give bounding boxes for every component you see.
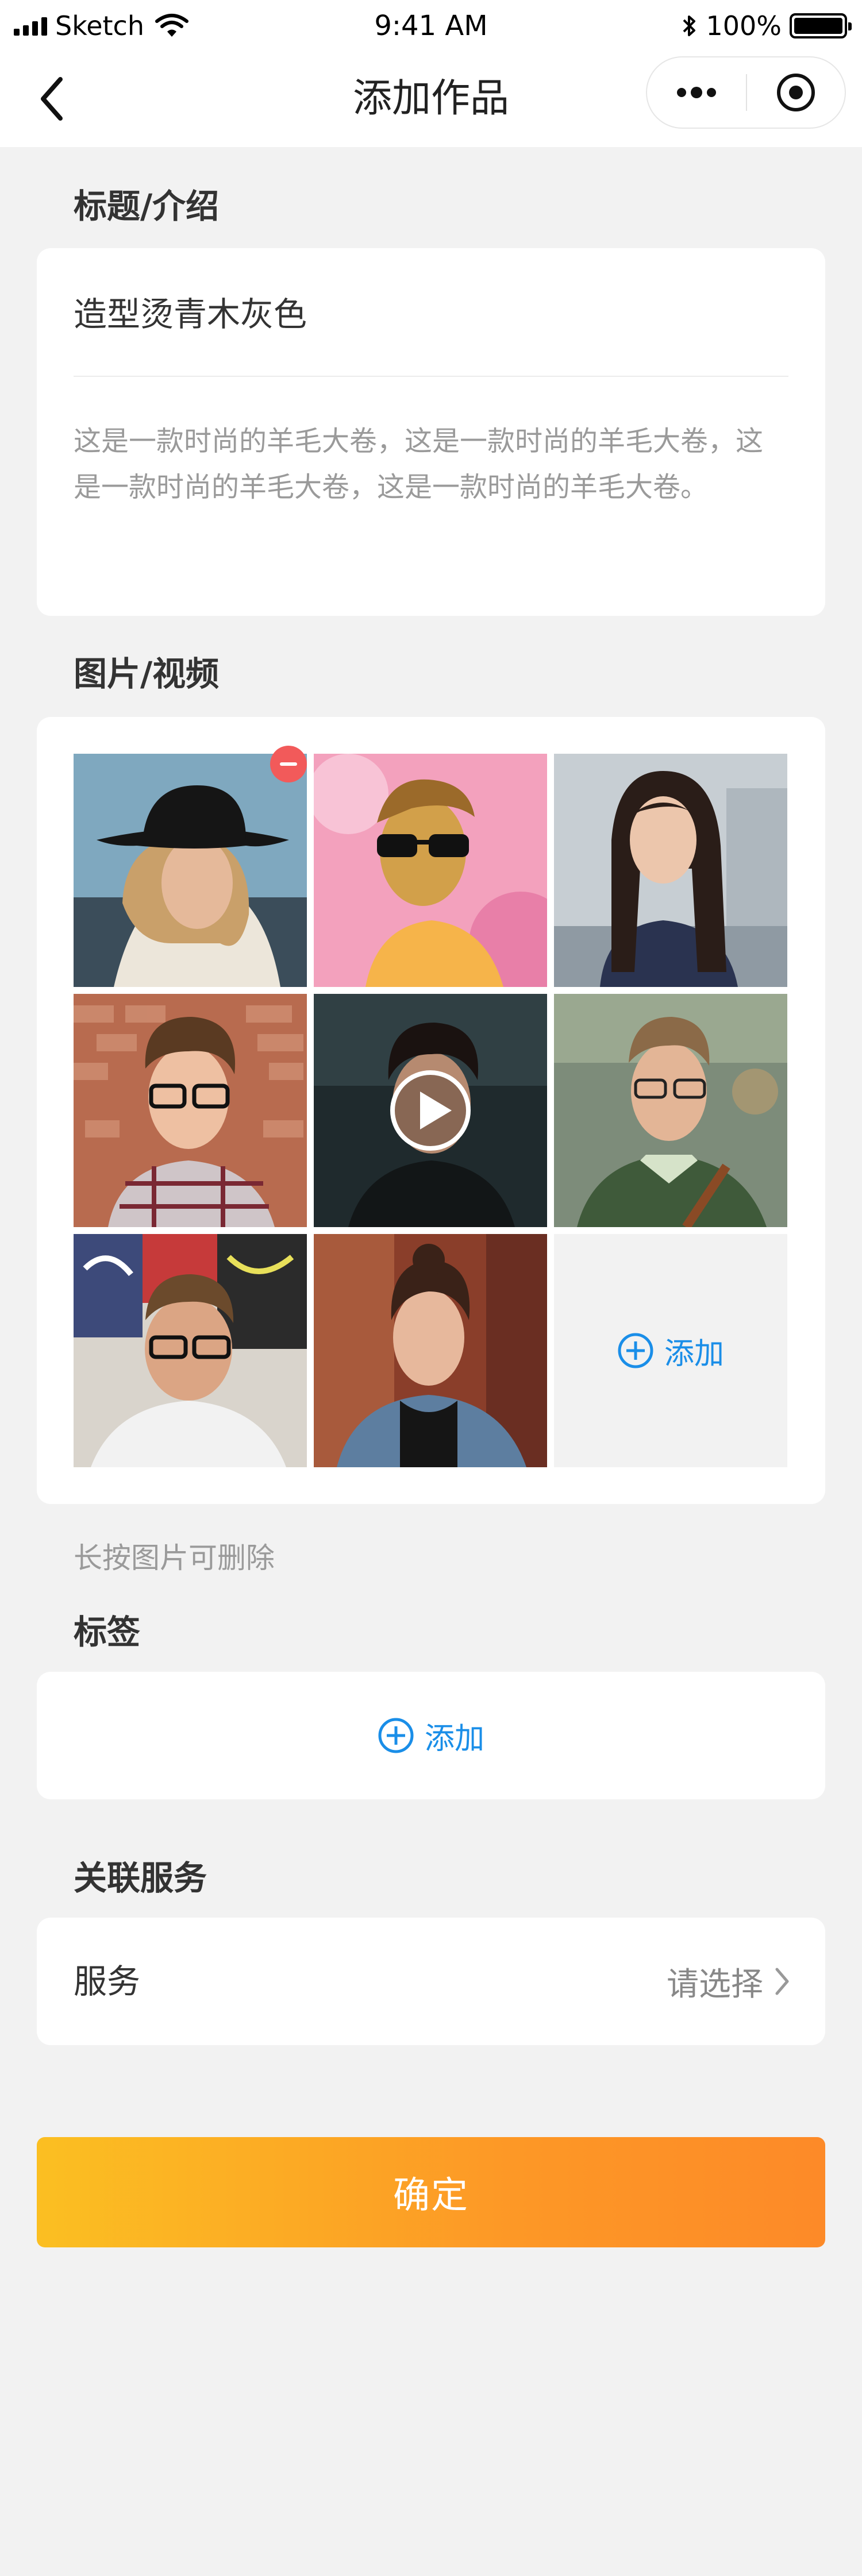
close-button[interactable] bbox=[747, 72, 845, 113]
title-input[interactable]: 造型烫青木灰色 bbox=[74, 287, 307, 336]
bluetooth-icon bbox=[683, 16, 696, 36]
portrait-man-sunglasses-image bbox=[314, 754, 547, 987]
portrait-man-glasses-plaid-image bbox=[74, 994, 307, 1227]
section-label-tags: 标签 bbox=[74, 1613, 141, 1652]
add-media-label: 添加 bbox=[664, 1336, 724, 1371]
media-photo[interactable] bbox=[554, 994, 787, 1227]
section-label-service: 关联服务 bbox=[74, 1858, 207, 1898]
portrait-woman-denim-image bbox=[314, 1234, 547, 1467]
remove-media-button[interactable] bbox=[270, 746, 307, 782]
media-photo[interactable] bbox=[74, 994, 307, 1227]
add-tag-label: 添加 bbox=[424, 1721, 484, 1756]
media-video[interactable] bbox=[314, 994, 547, 1227]
portrait-woman-long-hair-image bbox=[554, 754, 787, 987]
portrait-man-green-sweater-image bbox=[554, 994, 787, 1227]
battery-percent: 100% bbox=[706, 10, 782, 41]
target-circle-icon bbox=[777, 74, 815, 111]
add-tag-button[interactable]: 添加 bbox=[37, 1672, 825, 1799]
media-photo[interactable] bbox=[74, 754, 307, 987]
service-value: 请选择 bbox=[667, 1918, 791, 2045]
service-placeholder: 请选择 bbox=[667, 1965, 763, 2003]
media-photo[interactable] bbox=[74, 1234, 307, 1467]
confirm-button[interactable]: 确定 bbox=[37, 2137, 825, 2247]
portrait-man-dark-video-image bbox=[314, 994, 547, 1227]
media-photo[interactable] bbox=[314, 754, 547, 987]
more-dots-icon bbox=[677, 88, 686, 97]
delete-hint: 长按图片可删除 bbox=[74, 1541, 275, 1575]
service-label: 服务 bbox=[74, 1962, 141, 2001]
section-label-title-intro: 标题/介绍 bbox=[74, 187, 220, 226]
back-button[interactable] bbox=[29, 71, 75, 126]
plus-circle-icon bbox=[378, 1718, 414, 1753]
status-bar: Sketch 9:41 AM 100% bbox=[0, 0, 862, 51]
chevron-right-icon bbox=[775, 1968, 789, 1995]
plus-circle-icon bbox=[618, 1333, 653, 1368]
add-media-button[interactable]: 添加 bbox=[554, 1234, 787, 1467]
chevron-left-icon bbox=[41, 77, 63, 121]
mini-program-capsule bbox=[646, 56, 846, 129]
status-right: 100% bbox=[682, 6, 852, 46]
title-divider bbox=[74, 376, 788, 377]
intro-textarea[interactable]: 这是一款时尚的羊毛大卷，这是一款时尚的羊毛大卷，这是一款时尚的羊毛大卷，这是一款… bbox=[74, 418, 788, 510]
portrait-woman-hat-image bbox=[74, 754, 307, 987]
minus-icon bbox=[280, 762, 297, 766]
service-select-row[interactable]: 服务 请选择 bbox=[37, 1918, 825, 2045]
more-button[interactable] bbox=[647, 57, 746, 128]
battery-icon bbox=[790, 13, 852, 38]
media-photo[interactable] bbox=[314, 1234, 547, 1467]
media-photo[interactable] bbox=[554, 754, 787, 987]
portrait-man-glasses-graffiti-image bbox=[74, 1234, 307, 1467]
section-label-media: 图片/视频 bbox=[74, 654, 220, 693]
